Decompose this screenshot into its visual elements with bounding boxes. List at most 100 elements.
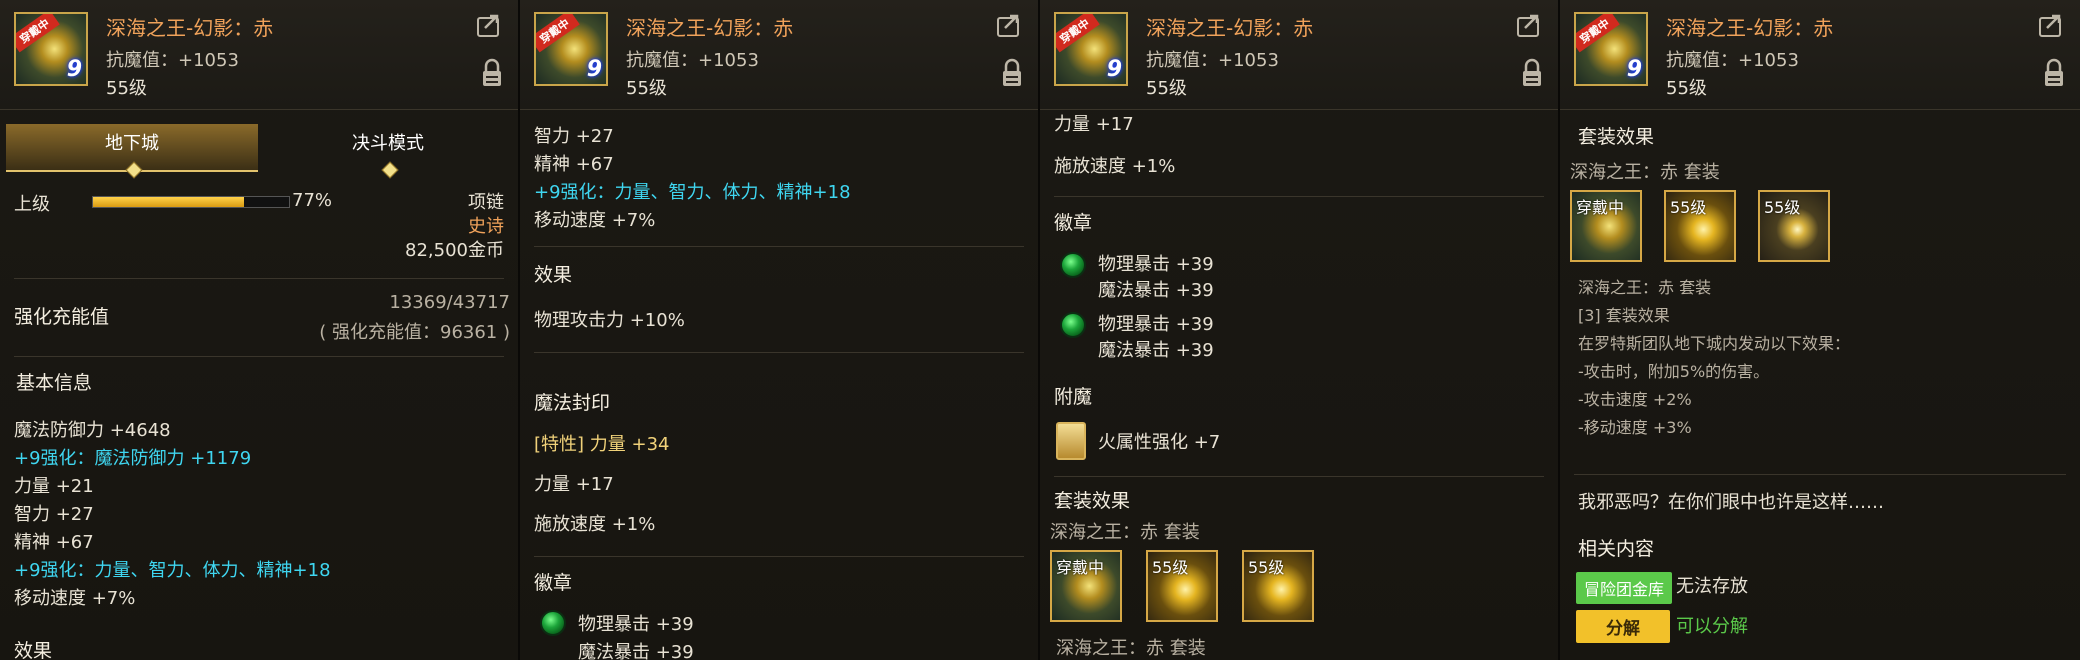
- item-header: 穿戴中 9 深海之王-幻影：赤 抗魔值：+1053 55级: [1560, 0, 2080, 110]
- stat-line: 智力 +27: [534, 126, 614, 147]
- item-header: 穿戴中 9 深海之王-幻影：赤 抗魔值：+1053 55级: [0, 0, 518, 110]
- set-slot[interactable]: 55级: [1146, 550, 1218, 622]
- set-effect-title: [3] 套装效果: [1578, 306, 1670, 325]
- emblem-gem-icon: [1060, 312, 1086, 338]
- enhance-level: 9: [1106, 57, 1122, 82]
- emblem-line: 魔法暴击 +39: [1098, 280, 1214, 301]
- emblem-title: 徽章: [534, 572, 573, 594]
- charge-title: 强化充能值: [14, 306, 110, 328]
- item-stat: 抗魔值：+1053: [626, 50, 759, 71]
- tooltip-content: 智力 +27 精神 +67 +9强化：力量、智力、体力、精神+18 移动速度 +…: [520, 110, 1038, 660]
- set-slot[interactable]: 55级: [1758, 190, 1830, 262]
- grade-bar-fill: [93, 197, 244, 207]
- set-effect-line: -攻击时，附加5%的伤害。: [1578, 362, 1770, 381]
- share-icon[interactable]: [996, 12, 1024, 38]
- stat-line: 智力 +27: [14, 504, 94, 525]
- item-level: 55级: [1146, 78, 1187, 99]
- enhance-level: 9: [586, 57, 602, 82]
- emblem-gem-icon: [1060, 252, 1086, 278]
- grade-label: 上级: [14, 194, 50, 215]
- emblem-title: 徽章: [1054, 212, 1093, 234]
- tooltip-panel-3: 穿戴中 9 深海之王-幻影：赤 抗魔值：+1053 55级 力量 +17 施放速…: [1040, 0, 1560, 660]
- divider: [534, 556, 1024, 557]
- enchant-card-icon: [1056, 422, 1086, 460]
- lock-icon[interactable]: [1520, 58, 1544, 88]
- set-name: 深海之王：赤 套装: [1050, 522, 1200, 543]
- item-name: 深海之王-幻影：赤: [1146, 16, 1314, 40]
- tooltip-content: 套装效果 深海之王：赤 套装 穿戴中 55级 55级 深海之王：赤 套装 [3]…: [1560, 110, 2080, 660]
- share-icon[interactable]: [1516, 12, 1544, 38]
- disassemble-status: 可以分解: [1676, 616, 1748, 637]
- divider: [534, 352, 1024, 353]
- slot-type: 项链: [468, 192, 504, 213]
- divider: [14, 278, 504, 279]
- stat-line: +9强化：力量、智力、体力、精神+18: [534, 182, 851, 203]
- stat-line: +9强化：力量、智力、体力、精神+18: [14, 560, 331, 581]
- set-title: 套装效果: [1578, 126, 1655, 148]
- item-level: 55级: [626, 78, 667, 99]
- emblem-line: 魔法暴击 +39: [1098, 340, 1214, 361]
- lock-icon[interactable]: [2042, 58, 2066, 88]
- set-slot-level: 55级: [1764, 198, 1801, 217]
- lock-icon[interactable]: [1000, 58, 1024, 88]
- item-icon: 穿戴中 9: [14, 12, 88, 86]
- price: 82,500金币: [405, 240, 504, 261]
- set-slot-tag: 穿戴中: [1056, 558, 1105, 577]
- basic-title: 基本信息: [16, 372, 93, 394]
- seal-title: 魔法封印: [534, 392, 611, 414]
- set-name-cut: 深海之王：赤 套装: [1056, 638, 1206, 659]
- related-title: 相关内容: [1578, 538, 1655, 560]
- tooltip-strip: 穿戴中 9 深海之王-幻影：赤 抗魔值：+1053 55级 地下城 决斗模式 上…: [0, 0, 2080, 660]
- seal-line: 施放速度 +1%: [534, 514, 656, 535]
- set-slot-equipped[interactable]: 穿戴中: [1050, 550, 1122, 622]
- set-slot[interactable]: 55级: [1664, 190, 1736, 262]
- storage-status: 无法存放: [1676, 576, 1748, 597]
- grade-percent: 77%: [292, 190, 333, 211]
- emblem-gem-icon: [540, 610, 566, 636]
- seal-trait: [特性] 力量 +34: [534, 434, 670, 455]
- divider: [14, 356, 504, 357]
- share-icon[interactable]: [476, 12, 504, 38]
- set-slot-level: 55级: [1248, 558, 1285, 577]
- set-effect-line: -攻击速度 +2%: [1578, 390, 1692, 409]
- equipped-tag: 穿戴中: [1056, 14, 1100, 53]
- stat-line: 力量 +21: [14, 476, 94, 497]
- divider: [1054, 476, 1544, 477]
- rarity: 史诗: [468, 216, 504, 237]
- set-name: 深海之王：赤 套装: [1578, 278, 1712, 297]
- equipped-tag: 穿戴中: [1576, 14, 1620, 53]
- stat-line: +9强化：魔法防御力 +1179: [14, 448, 252, 469]
- lock-icon[interactable]: [480, 58, 504, 88]
- tooltip-panel-1: 穿戴中 9 深海之王-幻影：赤 抗魔值：+1053 55级 地下城 决斗模式 上…: [0, 0, 520, 660]
- effect-title-cut: 效果: [14, 640, 53, 660]
- tooltip-panel-2: 穿戴中 9 深海之王-幻影：赤 抗魔值：+1053 55级 智力 +27 精神 …: [520, 0, 1040, 660]
- item-icon: 穿戴中 9: [1054, 12, 1128, 86]
- stat-line: 精神 +67: [14, 532, 94, 553]
- item-stat: 抗魔值：+1053: [1146, 50, 1279, 71]
- stat-line: 移动速度 +7%: [14, 588, 136, 609]
- stat-line: 力量 +17: [1054, 114, 1134, 135]
- stat-line: 移动速度 +7%: [534, 210, 656, 231]
- storage-button[interactable]: 冒险团金库: [1576, 572, 1673, 604]
- divider: [1054, 196, 1544, 197]
- set-slot-equipped[interactable]: 穿戴中: [1570, 190, 1642, 262]
- item-name: 深海之王-幻影：赤: [626, 16, 794, 40]
- seal-line: 力量 +17: [534, 474, 614, 495]
- divider: [1574, 474, 2066, 475]
- item-header: 穿戴中 9 深海之王-幻影：赤 抗魔值：+1053 55级: [520, 0, 1038, 110]
- item-level: 55级: [106, 78, 147, 99]
- item-level: 55级: [1666, 78, 1707, 99]
- stat-line: 精神 +67: [534, 154, 614, 175]
- item-header: 穿戴中 9 深海之王-幻影：赤 抗魔值：+1053 55级: [1040, 0, 1558, 110]
- set-slot-level: 55级: [1670, 198, 1707, 217]
- share-icon[interactable]: [2038, 12, 2066, 38]
- enchant-line: 火属性强化 +7: [1098, 432, 1221, 453]
- stat-line: 魔法防御力 +4648: [14, 420, 171, 441]
- disassemble-button[interactable]: 分解: [1576, 610, 1670, 643]
- emblem-line: 物理暴击 +39: [1098, 254, 1214, 275]
- effect-line: 物理攻击力 +10%: [534, 310, 685, 331]
- enchant-title: 附魔: [1054, 386, 1093, 408]
- flavor-text: 我邪恶吗？在你们眼中也许是这样……: [1578, 492, 1884, 513]
- emblem-line: 物理暴击 +39: [578, 614, 694, 635]
- set-slot[interactable]: 55级: [1242, 550, 1314, 622]
